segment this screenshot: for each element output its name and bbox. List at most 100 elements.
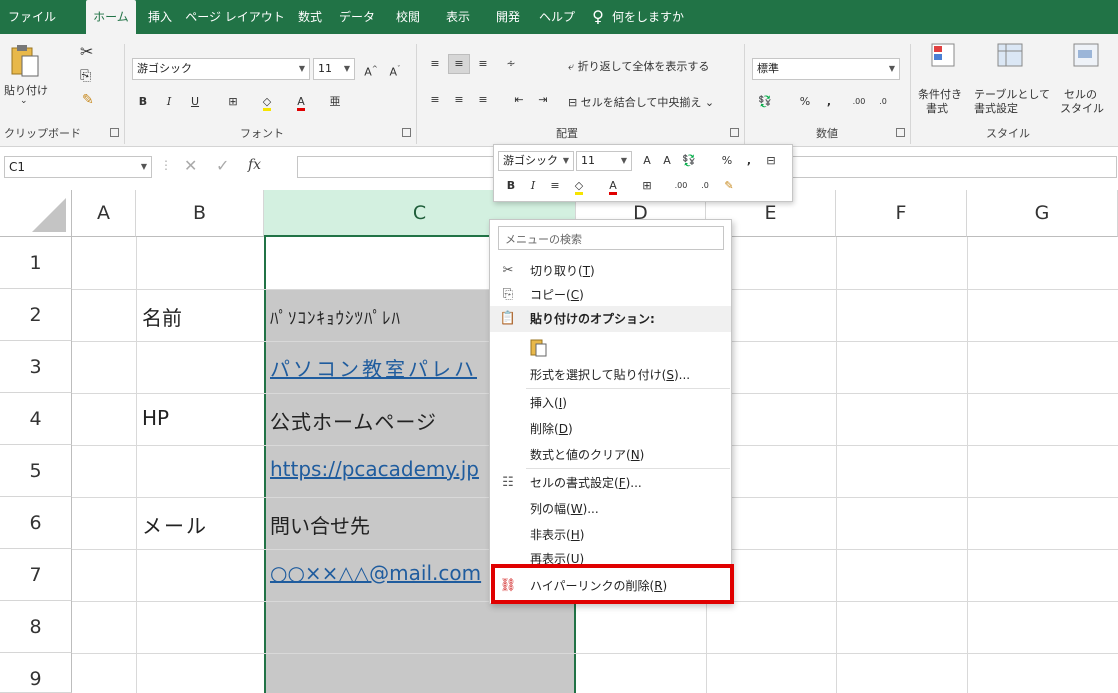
column-header-a[interactable]: A [72, 190, 136, 237]
cell-b6[interactable]: メール [142, 510, 262, 539]
cell-c3-link[interactable]: パソコン教室パレハ [270, 353, 502, 382]
fill-color-icon[interactable]: ◇ [568, 176, 590, 196]
cancel-icon[interactable]: ✕ [184, 156, 197, 175]
increase-font-icon[interactable]: A [636, 151, 658, 171]
align-top-icon[interactable]: ≡ [424, 54, 446, 74]
cell-c5-link[interactable]: https://pcacademy.jp [270, 457, 498, 481]
row-header-8[interactable]: 8 [0, 601, 72, 653]
font-launcher-icon[interactable] [402, 128, 411, 137]
comma-icon[interactable]: , [818, 92, 840, 112]
tab-help[interactable]: ヘルプ [536, 0, 578, 34]
currency-icon[interactable]: 💱 [678, 151, 700, 171]
menu-item-column-width[interactable]: 列の幅(W)... [490, 496, 731, 522]
row-header-4[interactable]: 4 [0, 393, 72, 445]
insert-function-icon[interactable]: fx [248, 157, 261, 173]
underline-button[interactable]: U [184, 92, 206, 112]
format-painter-icon[interactable]: ✎ [718, 176, 740, 196]
percent-icon[interactable]: % [716, 151, 738, 171]
font-color-icon[interactable]: A [602, 176, 624, 196]
row-header-6[interactable]: 6 [0, 497, 72, 549]
menu-item-paste-special[interactable]: 形式を選択して貼り付け(S)... [490, 362, 731, 388]
alignment-launcher-icon[interactable] [730, 128, 739, 137]
cell-styles-button[interactable]: セルの スタイル [1060, 42, 1116, 118]
decrease-decimal-icon[interactable]: .0 [694, 176, 716, 196]
italic-button[interactable]: I [522, 176, 544, 196]
copy-icon[interactable]: ⎘ [80, 68, 91, 84]
bold-button[interactable]: B [500, 176, 522, 196]
row-header-9[interactable]: 9 [0, 653, 72, 693]
row-header-5[interactable]: 5 [0, 445, 72, 497]
tell-me-search[interactable]: 何をしますか [612, 0, 712, 34]
currency-icon[interactable]: 💱 [754, 92, 776, 112]
percent-icon[interactable]: % [794, 92, 816, 112]
format-painter-icon[interactable]: ✎ [82, 92, 94, 108]
tab-view[interactable]: 表示 [440, 0, 476, 34]
menu-item-cut[interactable]: ✂ 切り取り(T) [490, 258, 731, 284]
merge-center-button[interactable]: ⊟ セルを結合して中央揃え ⌄ [568, 94, 714, 110]
menu-item-copy[interactable]: ⎘ コピー(C) [490, 282, 731, 308]
column-header-b[interactable]: B [136, 190, 264, 237]
align-center-icon[interactable]: ≡ [448, 90, 470, 110]
merge-icon[interactable]: ⊟ [760, 151, 782, 171]
decrease-font-icon[interactable]: A [656, 151, 678, 171]
increase-font-icon[interactable]: A^ [360, 59, 382, 79]
borders-icon[interactable]: ⊞ [222, 92, 244, 112]
enter-icon[interactable]: ✓ [216, 156, 229, 175]
comma-icon[interactable]: , [738, 151, 760, 171]
conditional-format-button[interactable]: 条件付き 書式 [918, 42, 972, 118]
increase-decimal-icon[interactable]: .00 [848, 92, 870, 112]
tab-developer[interactable]: 開発 [490, 0, 526, 34]
wrap-text-button[interactable]: ⤶ 折り返して全体を表示する [568, 58, 709, 74]
align-left-icon[interactable]: ≡ [424, 90, 446, 110]
number-format-combo[interactable]: 標準 ▼ [752, 58, 900, 80]
tab-home[interactable]: ホーム [86, 0, 136, 34]
menu-item-clear-contents[interactable]: 数式と値のクリア(N) [490, 442, 731, 468]
menu-item-remove-hyperlink[interactable]: ⛓ ハイパーリンクの削除(R) [490, 573, 731, 599]
borders-icon[interactable]: ⊞ [636, 176, 658, 196]
decrease-indent-icon[interactable]: ⇤ [508, 90, 530, 110]
name-box[interactable]: C1 ▼ [4, 156, 152, 178]
paste-option-button[interactable] [490, 334, 731, 360]
column-header-f[interactable]: F [836, 190, 967, 237]
align-middle-icon[interactable]: ≡ [448, 54, 470, 74]
row-header-3[interactable]: 3 [0, 341, 72, 393]
paste-button[interactable]: 貼り付け ⌄ [4, 42, 48, 116]
tab-review[interactable]: 校閲 [390, 0, 426, 34]
tab-data[interactable]: データ [336, 0, 378, 34]
clipboard-launcher-icon[interactable] [110, 128, 119, 137]
number-launcher-icon[interactable] [896, 128, 905, 137]
menu-item-unhide[interactable]: 再表示(U) [490, 546, 731, 572]
tab-page-layout[interactable]: ページ レイアウト [185, 0, 285, 34]
increase-indent-icon[interactable]: ⇥ [532, 90, 554, 110]
menu-item-delete[interactable]: 削除(D) [490, 416, 731, 442]
drag-handle-icon[interactable]: ⋮ [160, 158, 172, 172]
cell-c6[interactable]: 問い合せ先 [270, 510, 494, 539]
decrease-decimal-icon[interactable]: .0 [872, 92, 894, 112]
orientation-icon[interactable]: ∻ [500, 54, 522, 74]
italic-button[interactable]: I [158, 92, 180, 112]
row-header-2[interactable]: 2 [0, 289, 72, 341]
cell-b4[interactable]: HP [142, 406, 262, 430]
menu-item-format-cells[interactable]: ☷ セルの書式設定(F)... [490, 470, 731, 496]
menu-item-insert[interactable]: 挿入(I) [490, 390, 731, 416]
cut-icon[interactable]: ✂ [80, 42, 93, 61]
tab-formulas[interactable]: 数式 [292, 0, 328, 34]
font-name-combo[interactable]: 游ゴシック ▼ [132, 58, 310, 80]
phonetic-icon[interactable]: 亜 [324, 92, 346, 112]
font-color-icon[interactable]: A [290, 92, 312, 112]
cell-c4[interactable]: 公式ホームページ [270, 406, 494, 435]
cell-b2[interactable]: 名前 [142, 302, 262, 331]
column-header-g[interactable]: G [967, 190, 1118, 237]
cell-c7-link[interactable]: ○○××△△@mail.com [270, 561, 492, 585]
align-right-icon[interactable]: ≡ [472, 90, 494, 110]
tab-file[interactable]: ファイル [4, 0, 60, 34]
decrease-font-icon[interactable]: Aˇ [384, 59, 406, 79]
row-header-1[interactable]: 1 [0, 237, 72, 289]
menu-search-input[interactable]: メニューの検索 [498, 226, 724, 250]
tab-insert[interactable]: 挿入 [142, 0, 178, 34]
align-center-icon[interactable]: ≡ [544, 176, 566, 196]
mini-font-size-combo[interactable]: 11 ▼ [576, 151, 632, 171]
cell-c2[interactable]: ﾊﾟｿｺﾝｷｮｳｼﾂﾊﾟﾚﾊ [270, 304, 500, 329]
increase-decimal-icon[interactable]: .00 [670, 176, 692, 196]
align-bottom-icon[interactable]: ≡ [472, 54, 494, 74]
